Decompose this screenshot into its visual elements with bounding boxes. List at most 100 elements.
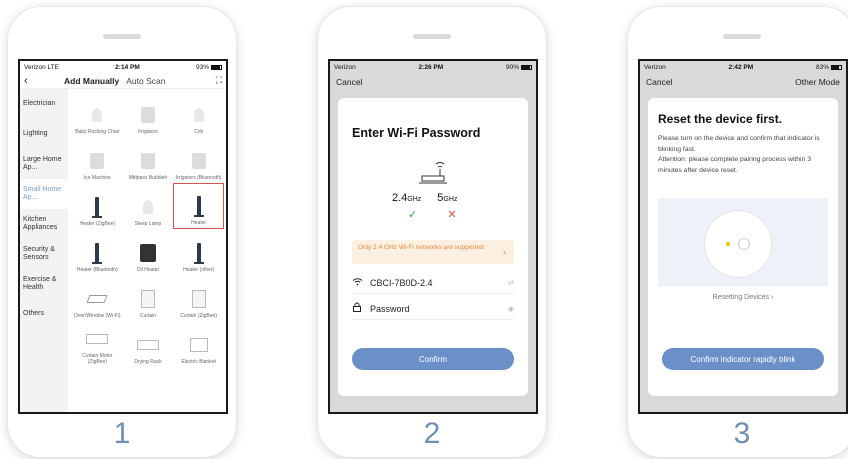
step-number: 3: [733, 417, 751, 450]
sidebar-item-category[interactable]: Kitchen Appliances: [20, 209, 68, 239]
device-tile[interactable]: Baby Rocking Chair: [72, 91, 123, 137]
device-shape: [92, 243, 103, 264]
carrier-label: Verizon: [644, 63, 666, 71]
device-label: Mittpass Bubbleh: [128, 175, 168, 181]
tab-add-manually[interactable]: Add Manually: [64, 76, 119, 86]
step-number: 2: [423, 417, 441, 450]
device-label: Door/Window (Wi-Fi): [74, 313, 121, 319]
carrier-label: Verizon: [334, 63, 356, 71]
band-notice[interactable]: Only 2.4 GHz Wi-Fi networks are supporte…: [352, 240, 514, 264]
device-shape: [86, 334, 109, 344]
nav-bar: ‹ Add Manually Auto Scan ⛶: [20, 73, 226, 89]
chevron-right-icon: ›: [503, 247, 506, 257]
device-tile[interactable]: Mittpass Bubbleh: [123, 137, 174, 183]
cancel-button[interactable]: Cancel: [336, 77, 362, 87]
device-tile[interactable]: Ice Machine: [72, 137, 123, 183]
router-icon: [419, 162, 447, 184]
battery-icon: [521, 64, 532, 70]
device-grid: Baby Rocking Chair Irrigators Crib Ice Mach…: [68, 89, 226, 412]
wifi-card: Enter Wi-Fi Password 2.4GHz 5GHz ✓ ✕ Onl…: [338, 98, 528, 396]
step-number: 1: [113, 417, 131, 450]
band-support-marks: ✓ ✕: [408, 208, 456, 221]
indicator-light-icon: [726, 242, 730, 246]
device-icon: [135, 104, 161, 126]
device-icon: [84, 196, 110, 218]
device-shape: [140, 153, 155, 169]
sidebar-item-category[interactable]: Small Home Ap...: [20, 179, 68, 209]
device-shape: [193, 196, 204, 217]
device-label: Crib: [194, 129, 204, 135]
device-shape: [140, 107, 155, 123]
device-icon: [186, 150, 212, 172]
confirm-button[interactable]: Confirm: [352, 348, 514, 370]
device-label: Oil Heater: [136, 267, 160, 273]
device-tile[interactable]: Heater (other): [173, 229, 224, 275]
device-label: Heater (Bluetooth): [76, 267, 118, 273]
device-tile[interactable]: Curtain: [123, 275, 174, 321]
device-tile[interactable]: Electric Blanket: [173, 321, 224, 367]
ssid-field[interactable]: CBCI-7B0D-2.4 ⇄: [352, 272, 514, 294]
instruction-line-2: Attention: please complete pairing proce…: [658, 156, 812, 174]
device-tile[interactable]: Curtain (ZigBee): [173, 275, 224, 321]
device-shape: [193, 108, 204, 122]
scan-icon[interactable]: ⛶: [216, 75, 222, 86]
cross-icon: ✕: [447, 209, 457, 221]
phone-step-1: Verizon LTE 2:14 PM 93% ‹ Add Manually A…: [7, 6, 237, 458]
device-icon: [186, 195, 212, 217]
switch-network-icon[interactable]: ⇄: [508, 279, 514, 287]
device-tile[interactable]: Irrigators (Bluetooth): [173, 137, 224, 183]
device-icon: [84, 242, 110, 264]
tab-auto-scan[interactable]: Auto Scan: [126, 76, 165, 86]
password-field[interactable]: Password ◉: [352, 298, 514, 320]
time-label: 2:14 PM: [115, 63, 140, 71]
device-icon: [186, 334, 212, 356]
time-label: 2:26 PM: [418, 63, 444, 71]
time-label: 2:42 PM: [728, 63, 754, 71]
device-label: Irrigators (Bluetooth): [175, 175, 222, 181]
device-label: Electric Blanket: [181, 359, 216, 365]
device-shape: [189, 338, 208, 352]
top-bar: Cancel: [330, 73, 536, 91]
device-shape: [92, 108, 103, 122]
back-icon[interactable]: ‹: [24, 75, 64, 87]
sidebar-item-category[interactable]: Security & Sensors: [20, 239, 68, 269]
sidebar-item-category[interactable]: Electrician: [20, 89, 68, 119]
device-tile[interactable]: Sleep Lamp: [123, 183, 174, 229]
other-mode-button[interactable]: Other Mode: [795, 77, 840, 87]
lock-icon: [352, 302, 370, 315]
password-placeholder: Password: [370, 303, 410, 314]
device-tile[interactable]: Crib: [173, 91, 224, 137]
device-label: Curtain Motor (ZigBee): [82, 353, 113, 365]
device-tile[interactable]: Drying Rack: [123, 321, 174, 367]
battery-icon: [831, 64, 842, 70]
status-bar: Verizon 2:26 PM 90%: [330, 61, 536, 73]
device-tile[interactable]: Curtain Motor (ZigBee): [72, 321, 123, 367]
confirm-blink-button[interactable]: Confirm indicator rapidly blink: [662, 348, 824, 370]
instruction-line-1: Please turn on the device and confirm th…: [658, 135, 820, 153]
device-tile[interactable]: Oil Heater: [123, 229, 174, 275]
device-icon: [135, 334, 161, 356]
device-tile[interactable]: Heater (Bluetooth): [72, 229, 123, 275]
sidebar-item-category[interactable]: Large Home Ap...: [20, 149, 68, 179]
device-tile[interactable]: Irrigators: [123, 91, 174, 137]
band-24-value: 2.4: [392, 192, 408, 204]
sidebar-item-category[interactable]: Lighting: [20, 119, 68, 149]
device-label: Drying Rack: [134, 359, 162, 365]
resetting-devices-link[interactable]: Resetting Devices ›: [648, 294, 838, 301]
sidebar-item-category[interactable]: Exercise & Health: [20, 269, 68, 299]
carrier-label: Verizon LTE: [24, 63, 59, 71]
sidebar-item-category[interactable]: Others: [20, 299, 68, 329]
battery-icon: [211, 64, 222, 70]
cancel-button[interactable]: Cancel: [646, 77, 672, 87]
reset-device-screen: Verizon 2:42 PM 83% Cancel Other Mode Re…: [638, 59, 848, 414]
device-shape: [191, 290, 206, 308]
device-icon: [186, 288, 212, 310]
device-tile[interactable]: Door/Window (Wi-Fi): [72, 275, 123, 321]
device-tile[interactable]: Heater: [173, 183, 224, 229]
page-title: Reset the device first.: [658, 112, 783, 126]
eye-icon[interactable]: ◉: [508, 305, 514, 313]
device-icon: [84, 328, 110, 350]
device-tile[interactable]: Heater (ZigBee): [72, 183, 123, 229]
reset-card: Reset the device first. Please turn on t…: [648, 98, 838, 396]
device-icon: [84, 150, 110, 172]
